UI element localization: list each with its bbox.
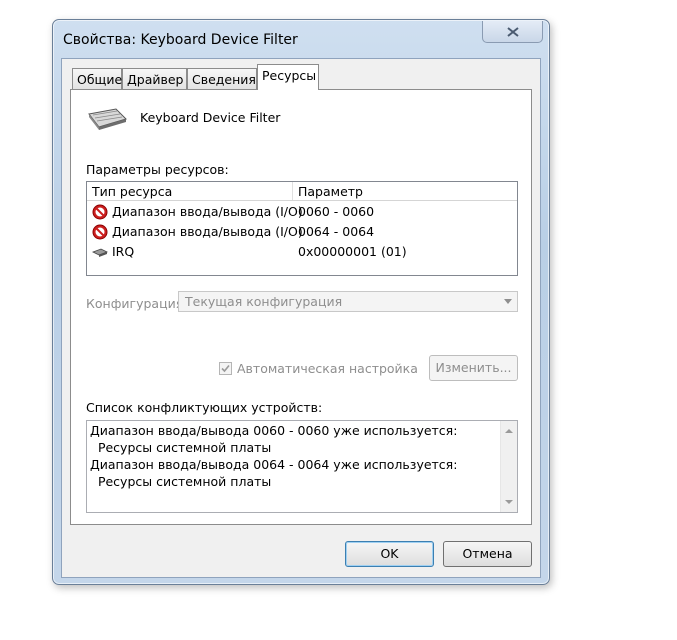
close-icon [506, 26, 519, 37]
resource-row[interactable]: Диапазон ввода/вывода (I/O) 0064 - 0064 [87, 222, 517, 242]
properties-window: Свойства: Keyboard Device Filter Общие Д… [52, 19, 550, 585]
auto-setting-checkbox[interactable] [219, 362, 232, 375]
resource-row[interactable]: Диапазон ввода/вывода (I/O) 0060 - 0060 [87, 202, 517, 222]
dialog-client-area: Общие Драйвер Сведения Ресурсы Keyboard … [61, 58, 541, 578]
resource-type: Диапазон ввода/вывода (I/O) [112, 224, 303, 239]
chevron-down-icon [504, 299, 512, 304]
conflict-line: Ресурсы системной платы [90, 440, 272, 455]
resource-row[interactable]: IRQ 0x00000001 (01) [87, 242, 517, 262]
conflict-line: Диапазон ввода/вывода 0060 - 0060 уже ис… [90, 423, 458, 438]
tab-driver[interactable]: Драйвер [122, 68, 187, 89]
column-header-setting[interactable]: Параметр [298, 184, 363, 199]
window-title: Свойства: Keyboard Device Filter [63, 32, 298, 48]
resource-type: Диапазон ввода/вывода (I/O) [112, 204, 303, 219]
change-settings-button[interactable]: Изменить... [429, 355, 518, 381]
vertical-scrollbar[interactable] [500, 421, 517, 512]
close-button[interactable] [482, 21, 543, 43]
tab-details[interactable]: Сведения [187, 68, 257, 89]
configuration-select[interactable]: Текущая конфигурация [178, 291, 518, 312]
device-name: Keyboard Device Filter [140, 110, 281, 125]
list-header: Тип ресурса Параметр [87, 182, 517, 201]
auto-setting-label: Автоматическая настройка [237, 361, 418, 376]
resource-setting: 0x00000001 (01) [298, 244, 407, 259]
resource-settings-label: Параметры ресурсов: [86, 162, 229, 177]
configuration-label: Конфигурация: [86, 296, 188, 311]
column-separator[interactable] [292, 182, 293, 200]
resource-setting: 0064 - 0064 [298, 224, 375, 239]
conflict-line: Ресурсы системной платы [90, 474, 272, 489]
resources-panel: Keyboard Device Filter Параметры ресурсо… [70, 89, 532, 525]
cancel-button[interactable]: Отмена [443, 541, 532, 567]
tab-resources[interactable]: Ресурсы [257, 64, 319, 90]
resource-settings-list[interactable]: Тип ресурса Параметр Диапазон ввода/выво… [86, 181, 518, 276]
ok-button[interactable]: OK [345, 541, 434, 567]
title-bar[interactable]: Свойства: Keyboard Device Filter [53, 20, 549, 58]
conflict-list-label: Список конфликтующих устройств: [86, 400, 323, 415]
irq-chip-icon [92, 248, 108, 257]
conflict-icon [92, 224, 108, 240]
configuration-value: Текущая конфигурация [185, 294, 343, 309]
resource-setting: 0060 - 0060 [298, 204, 375, 219]
keyboard-icon [88, 108, 127, 130]
conflict-line: Диапазон ввода/вывода 0064 - 0064 уже ис… [90, 457, 458, 472]
resource-type: IRQ [112, 244, 135, 259]
column-header-resource-type[interactable]: Тип ресурса [92, 184, 172, 199]
tab-general[interactable]: Общие [72, 68, 122, 89]
conflict-icon [92, 204, 108, 220]
scroll-down-icon[interactable] [505, 500, 513, 504]
scroll-up-icon[interactable] [505, 429, 513, 433]
checkmark-icon [221, 364, 230, 373]
conflict-list[interactable]: Диапазон ввода/вывода 0060 - 0060 уже ис… [86, 420, 518, 513]
